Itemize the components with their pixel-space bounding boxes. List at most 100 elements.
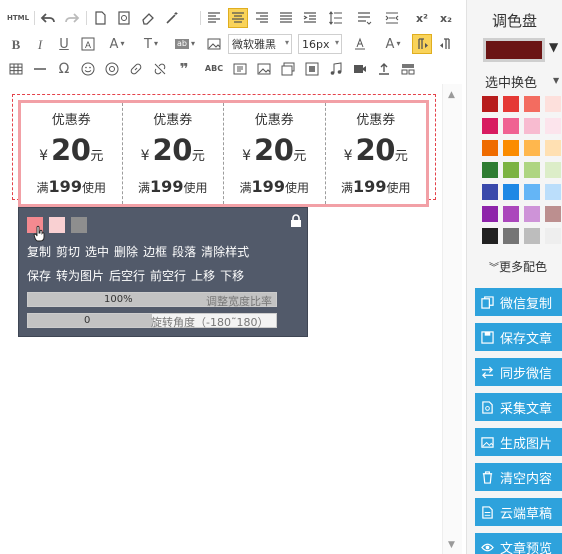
at-icon[interactable] (102, 59, 122, 79)
paragraph-spacing-icon[interactable] (352, 8, 376, 28)
blockquote-icon[interactable]: ❞ (174, 59, 194, 79)
palette-swatch[interactable] (503, 140, 519, 156)
undo-icon[interactable] (38, 8, 58, 28)
palette-swatch[interactable] (524, 96, 540, 112)
letter-spacing-icon[interactable] (380, 8, 404, 28)
magic-wand-icon[interactable] (162, 8, 182, 28)
paragraph-action[interactable]: 段落 (172, 245, 196, 259)
cloud-draft-button[interactable]: 云端草稿 (475, 498, 562, 526)
emoji-icon[interactable] (78, 59, 98, 79)
font-color-icon[interactable]: A ▾ (102, 34, 132, 54)
palette-swatch[interactable] (482, 184, 498, 200)
current-color-swatch[interactable] (483, 38, 545, 62)
cut-action[interactable]: 剪切 (56, 245, 80, 259)
redo-icon[interactable] (62, 8, 82, 28)
table-icon[interactable] (6, 59, 26, 79)
italic-icon[interactable]: I (30, 34, 50, 54)
palette-swatch[interactable] (503, 206, 519, 222)
copy-action[interactable]: 复制 (27, 245, 51, 259)
palette-swatch[interactable] (482, 118, 498, 134)
palette-swatch[interactable] (503, 228, 519, 244)
template-icon[interactable] (398, 59, 418, 79)
wechat-copy-button[interactable]: 微信复制 (475, 288, 562, 316)
link-icon[interactable] (126, 59, 146, 79)
horizontal-rule-icon[interactable] (30, 59, 50, 79)
editor-scrollbar[interactable] (442, 84, 462, 554)
text-style-icon[interactable]: T ▾ (136, 34, 166, 54)
border-action[interactable]: 边框 (143, 245, 167, 259)
palette-swatch[interactable] (545, 206, 561, 222)
palette-swatch[interactable] (482, 228, 498, 244)
font-border-icon[interactable]: A (78, 34, 98, 54)
palette-swatch[interactable] (482, 206, 498, 222)
font-family-select[interactable]: 微软雅黑 ▾ (228, 34, 292, 54)
background-color-icon[interactable]: ab ▾ (170, 34, 200, 54)
indent-icon[interactable] (300, 8, 320, 28)
palette-swatch[interactable] (545, 228, 561, 244)
format-painter-icon[interactable] (114, 8, 134, 28)
convert-image-action[interactable]: 转为图片 (56, 269, 104, 283)
select-swap-color-label[interactable]: 选中换色 (485, 72, 537, 91)
multi-image-icon[interactable] (278, 59, 298, 79)
palette-swatch[interactable] (524, 162, 540, 178)
select-swap-arrow-icon[interactable]: ▼ (553, 76, 559, 85)
align-left-icon[interactable] (204, 8, 224, 28)
palette-swatch[interactable] (545, 184, 561, 200)
palette-swatch[interactable] (503, 184, 519, 200)
upload-icon[interactable] (374, 59, 394, 79)
underline-icon[interactable]: U (54, 34, 74, 54)
collect-article-button[interactable]: 采集文章 (475, 393, 562, 421)
music-icon[interactable] (326, 59, 346, 79)
gallery-icon[interactable] (302, 59, 322, 79)
unlink-icon[interactable] (150, 59, 170, 79)
rotation-slider[interactable]: 0 旋转角度（-180˜180） (27, 313, 277, 329)
ltr-direction-icon[interactable] (412, 34, 432, 54)
sync-wechat-button[interactable]: 同步微信 (475, 358, 562, 386)
palette-swatch[interactable] (545, 118, 561, 134)
scroll-down-icon[interactable]: ▼ (448, 540, 455, 550)
lock-icon[interactable] (289, 214, 303, 228)
palette-swatch[interactable] (524, 118, 540, 134)
special-char-icon[interactable]: Ω (54, 59, 74, 79)
palette-swatch[interactable] (545, 162, 561, 178)
width-ratio-slider[interactable]: 100% 调整宽度比率 (27, 292, 277, 308)
line-height-icon[interactable] (324, 8, 348, 28)
coupon-block[interactable]: 优惠券 ¥20元 满199使用 优惠券 ¥20元 满199使用 优惠券 ¥20元… (18, 100, 429, 207)
align-right-icon[interactable] (252, 8, 272, 28)
font-case-icon[interactable]: A ▾ (378, 34, 408, 54)
font-size-select[interactable]: 16px ▾ (298, 34, 342, 54)
image-icon[interactable] (204, 34, 224, 54)
align-center-icon[interactable] (228, 8, 248, 28)
palette-swatch[interactable] (503, 96, 519, 112)
save-action[interactable]: 保存 (27, 269, 51, 283)
select-action[interactable]: 选中 (85, 245, 109, 259)
save-article-button[interactable]: 保存文章 (475, 323, 562, 351)
delete-action[interactable]: 删除 (114, 245, 138, 259)
palette-swatch[interactable] (482, 140, 498, 156)
move-up-action[interactable]: 上移 (191, 269, 215, 283)
spellcheck-icon[interactable]: ABC (202, 59, 226, 79)
bold-icon[interactable]: B (6, 34, 26, 54)
clear-style-action[interactable]: 清除样式 (201, 245, 249, 259)
clear-format-icon[interactable] (350, 34, 370, 54)
align-justify-icon[interactable] (276, 8, 296, 28)
video-icon[interactable] (350, 59, 370, 79)
more-colors-link[interactable]: ︾更多配色 (489, 258, 547, 275)
subscript-icon[interactable]: x₂ (436, 8, 456, 28)
clear-content-button[interactable]: 清空内容 (475, 463, 562, 491)
palette-swatch[interactable] (482, 162, 498, 178)
article-preview-button[interactable]: 文章预览 (475, 533, 562, 554)
rtl-direction-icon[interactable] (436, 34, 456, 54)
color-swatch[interactable] (49, 217, 65, 233)
palette-swatch[interactable] (524, 228, 540, 244)
move-down-action[interactable]: 下移 (220, 269, 244, 283)
palette-swatch[interactable] (503, 118, 519, 134)
new-document-icon[interactable] (90, 8, 110, 28)
scroll-up-icon[interactable]: ▲ (448, 90, 455, 100)
palette-swatch[interactable] (545, 96, 561, 112)
palette-swatch[interactable] (524, 140, 540, 156)
palette-swatch[interactable] (503, 162, 519, 178)
color-swatch[interactable] (71, 217, 87, 233)
generate-image-button[interactable]: 生成图片 (475, 428, 562, 456)
palette-swatch[interactable] (524, 206, 540, 222)
